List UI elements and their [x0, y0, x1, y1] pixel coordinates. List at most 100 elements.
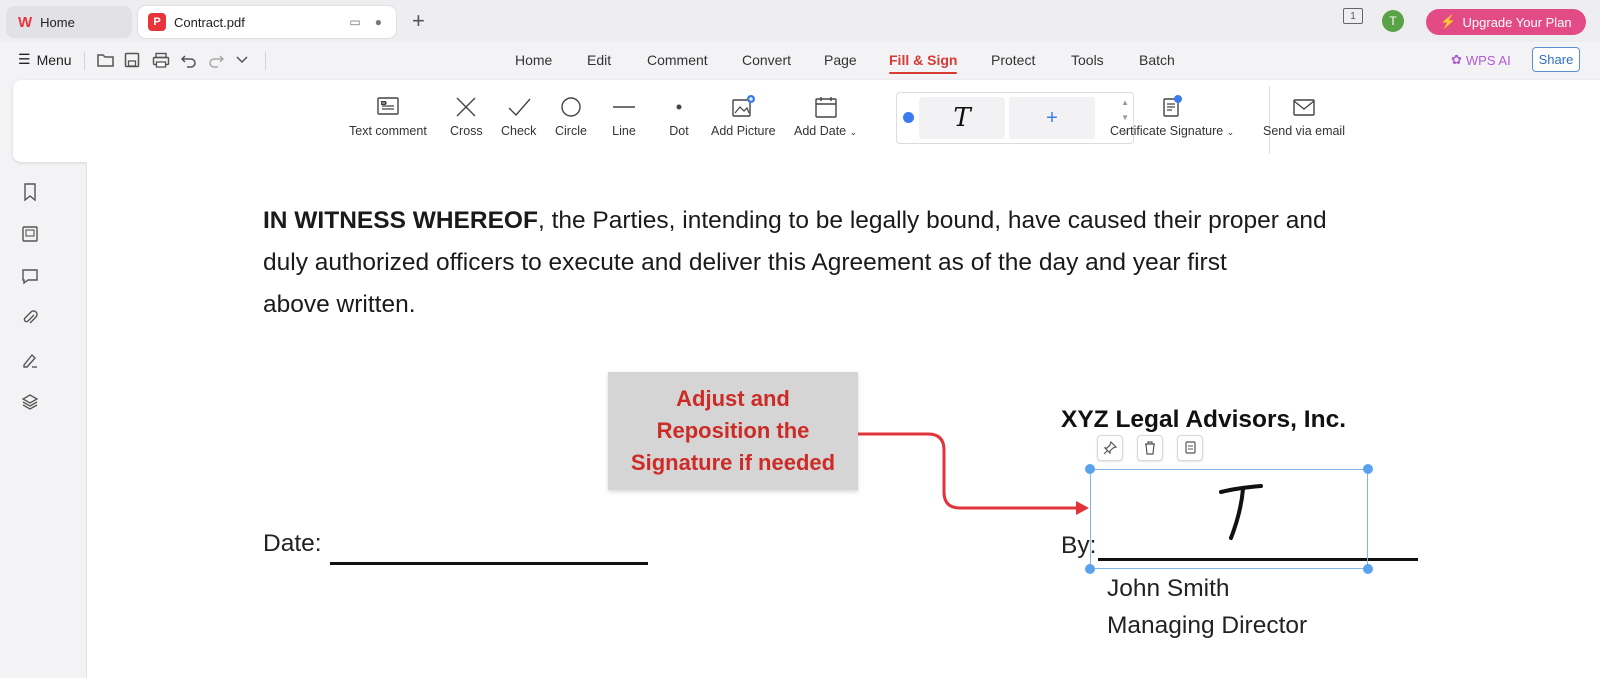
add-signature-button[interactable]: + [1009, 97, 1095, 139]
tab-page[interactable]: Page [824, 52, 857, 68]
resize-handle-top-left[interactable] [1085, 464, 1095, 474]
bookmark-icon[interactable] [20, 182, 40, 202]
company-name: XYZ Legal Advisors, Inc. [1061, 406, 1347, 433]
add-date-label: Add Date [794, 124, 847, 138]
comment-icon[interactable] [20, 266, 40, 286]
callout-line-2: Reposition the [656, 418, 810, 443]
witness-heading: IN WITNESS WHEREOF [263, 207, 538, 234]
unsaved-dot-icon[interactable]: ● [375, 15, 382, 29]
paragraph-line-3: above written. [263, 291, 416, 318]
check-label: Check [501, 124, 537, 138]
paragraph-line-1: , the Parties, intending to be legally b… [537, 207, 1327, 234]
tab-convert[interactable]: Convert [742, 52, 791, 68]
pin-icon [1103, 440, 1118, 455]
tab-contract-pdf[interactable]: P Contract.pdf ▭ ● [138, 6, 396, 38]
lightning-icon: ⚡ [1440, 14, 1457, 29]
cross-icon [456, 97, 476, 117]
tab-comment[interactable]: Comment [647, 52, 708, 68]
add-picture-icon [732, 95, 756, 117]
monitor-icon[interactable]: ▭ [349, 15, 360, 29]
witness-paragraph: IN WITNESS WHEREOF, the Parties, intendi… [263, 200, 1443, 326]
tab-home[interactable]: W Home [6, 6, 132, 38]
tab-bar: W Home P Contract.pdf ▭ ● + 1 T ⚡ Upgrad… [0, 0, 1600, 42]
tab-doc-label: Contract.pdf [174, 14, 245, 30]
certificate-icon [1163, 95, 1183, 117]
signature-gallery: T + ▲ ▼ ≡ [896, 92, 1134, 144]
add-date-tool[interactable]: Add Date ⌄ [794, 94, 857, 138]
open-folder-icon[interactable] [97, 52, 115, 68]
tab-protect[interactable]: Protect [991, 52, 1035, 68]
chevron-down-icon: ⌄ [849, 127, 858, 137]
menu-label: Menu [36, 51, 72, 68]
tab-tools[interactable]: Tools [1071, 52, 1104, 68]
circle-label: Circle [555, 124, 587, 138]
attachment-icon[interactable] [20, 308, 40, 328]
copy-icon [1185, 441, 1196, 454]
wps-ai-button[interactable]: ✿ WPS AI [1451, 52, 1511, 68]
send-via-email-tool[interactable]: Send via email [1263, 94, 1345, 138]
line-tool[interactable]: Line [611, 94, 637, 138]
menu-button[interactable]: ☰ Menu [18, 51, 72, 68]
resize-handle-bottom-left[interactable] [1085, 564, 1095, 574]
text-comment-tool[interactable]: Text comment [349, 94, 427, 138]
check-tool[interactable]: Check [501, 94, 536, 138]
date-signature-line[interactable] [330, 562, 648, 565]
circle-tool[interactable]: Circle [555, 94, 587, 138]
signature-badge-icon [903, 112, 914, 123]
share-button[interactable]: Share [1532, 47, 1580, 72]
fill-sign-ribbon: Text comment Cross Check Circle Line Dot… [13, 80, 1600, 162]
text-comment-icon [377, 97, 399, 115]
divider [265, 52, 266, 70]
tab-batch[interactable]: Batch [1139, 52, 1175, 68]
chevron-down-icon: ⌄ [1226, 127, 1235, 137]
tab-fill-sign[interactable]: Fill & Sign [889, 52, 958, 74]
dot-tool[interactable]: Dot [666, 94, 692, 138]
resize-handle-top-right[interactable] [1363, 464, 1373, 474]
delete-button[interactable] [1137, 435, 1163, 461]
resize-handle-bottom-right[interactable] [1363, 564, 1373, 574]
text-comment-label: Text comment [349, 124, 427, 138]
tab-home-menu[interactable]: Home [515, 52, 552, 68]
callout-line-1: Adjust and [676, 386, 790, 411]
placed-signature-glyph[interactable] [1217, 482, 1267, 544]
chevron-down-icon[interactable] [236, 55, 248, 65]
left-sidebar [0, 162, 62, 678]
undo-icon[interactable] [180, 52, 198, 68]
calendar-icon [814, 97, 837, 118]
paragraph-line-2: duly authorized officers to execute and … [263, 249, 1227, 276]
menu-row: ☰ Menu Home Edit Comment Convert Page Fi… [0, 42, 1600, 80]
tab-edit[interactable]: Edit [587, 52, 611, 68]
pin-button[interactable] [1097, 435, 1123, 461]
thumbnail-icon[interactable] [20, 224, 40, 244]
wps-ai-icon: ✿ [1451, 52, 1462, 67]
new-tab-button[interactable]: + [412, 8, 425, 34]
date-label: Date: [263, 530, 322, 557]
add-picture-tool[interactable]: Add Picture [711, 94, 776, 138]
copy-button[interactable] [1177, 435, 1203, 461]
add-picture-label: Add Picture [711, 124, 776, 138]
upgrade-plan-button[interactable]: ⚡ Upgrade Your Plan [1426, 9, 1586, 35]
saved-signature[interactable]: T [919, 97, 1005, 139]
avatar[interactable]: T [1382, 10, 1404, 32]
cross-label: Cross [450, 124, 483, 138]
wps-ai-label: WPS AI [1465, 52, 1511, 68]
save-icon[interactable] [124, 52, 140, 68]
line-icon [613, 106, 635, 108]
upgrade-plan-label: Upgrade Your Plan [1462, 14, 1572, 30]
layers-icon[interactable] [20, 392, 40, 412]
dot-label: Dot [669, 124, 689, 138]
line-label: Line [612, 124, 636, 138]
redo-icon[interactable] [207, 52, 225, 68]
signer-block: John Smith Managing Director [1107, 570, 1307, 644]
pdf-file-icon: P [148, 13, 166, 31]
wps-logo-icon: W [18, 13, 33, 31]
dot-icon [676, 104, 682, 110]
sign-tool-icon[interactable] [20, 350, 40, 370]
cross-tool[interactable]: Cross [450, 94, 483, 138]
callout-line-3: Signature if needed [630, 450, 836, 475]
window-count-icon[interactable]: 1 [1343, 8, 1363, 24]
certificate-signature-tool[interactable]: Certificate Signature ⌄ [1110, 94, 1234, 138]
email-icon [1293, 99, 1315, 116]
print-icon[interactable] [152, 52, 170, 68]
signer-title: Managing Director [1107, 612, 1308, 639]
